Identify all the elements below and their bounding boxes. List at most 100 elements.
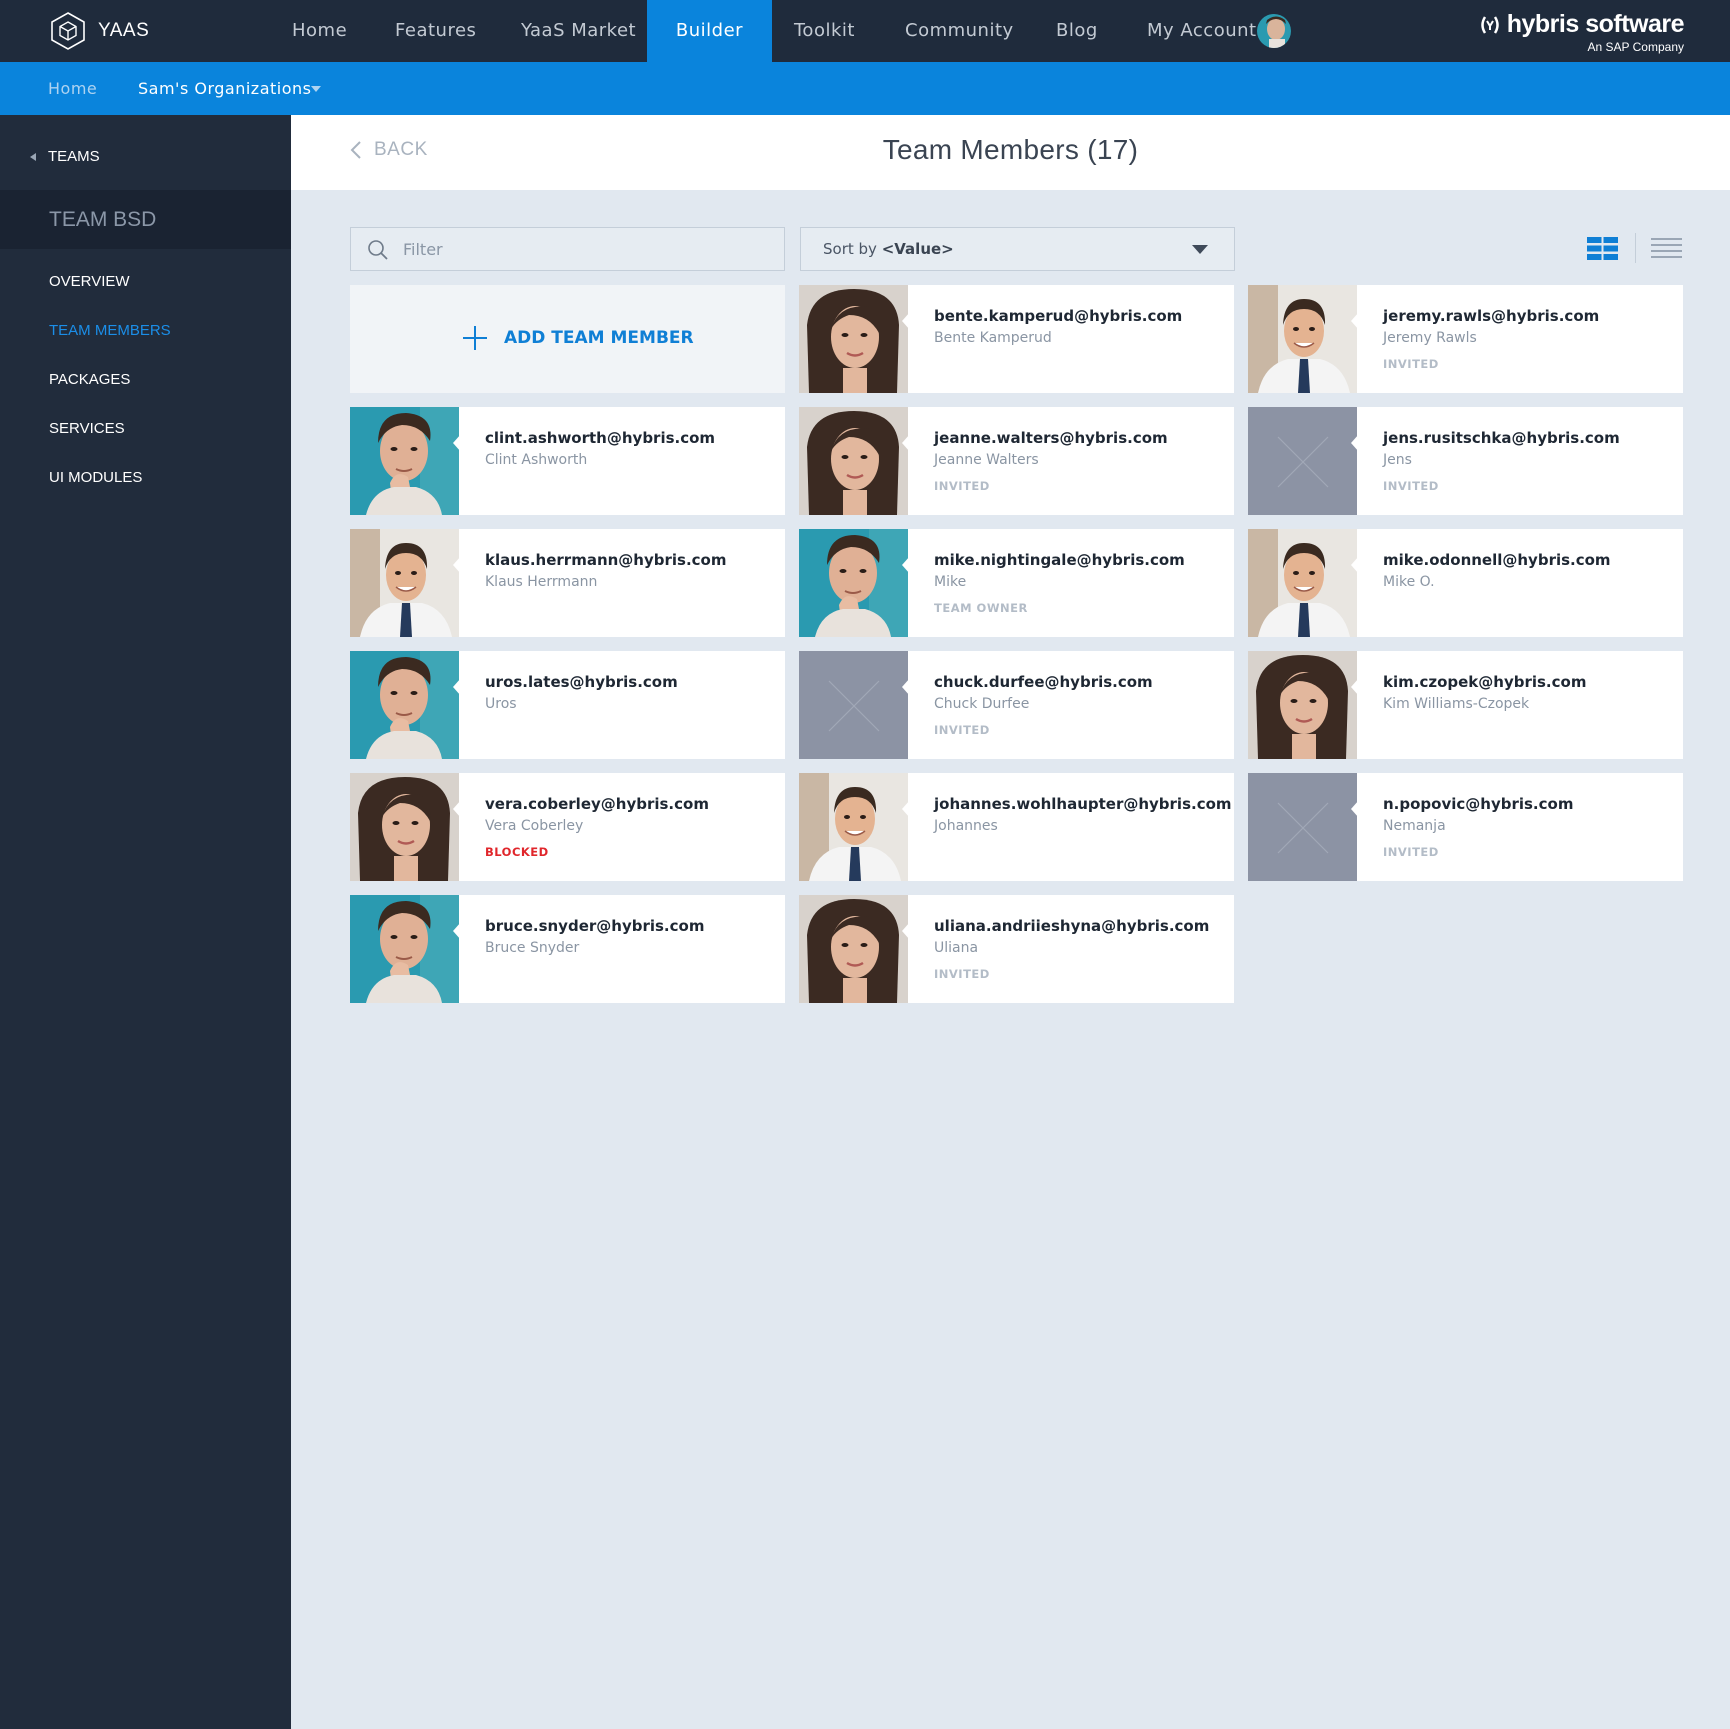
avatar — [350, 529, 459, 637]
sort-label: Sort by <Value> — [823, 228, 954, 270]
cube-logo-icon — [51, 12, 85, 50]
member-email: mike.nightingale@hybris.com — [934, 551, 1185, 569]
member-card[interactable]: vera.coberley@hybris.com Vera Coberley BLO… — [350, 773, 785, 881]
hybris-brand: hybris software An SAP Company — [1479, 10, 1685, 54]
sidebar-item-overview[interactable]: OVERVIEW — [49, 273, 130, 290]
card-notch — [902, 800, 910, 818]
member-email: jeremy.rawls@hybris.com — [1383, 307, 1600, 325]
sort-prefix: Sort by — [823, 240, 877, 258]
nav-features[interactable]: Features — [395, 0, 476, 62]
member-email: uliana.andriieshyna@hybris.com — [934, 917, 1210, 935]
card-notch — [453, 434, 461, 452]
nav-community[interactable]: Community — [905, 0, 1014, 62]
caret-down-icon[interactable] — [311, 86, 321, 92]
card-notch — [902, 922, 910, 940]
sidebar: TEAMS TEAM BSD OVERVIEW TEAM MEMBERS PAC… — [0, 115, 291, 1729]
member-email: bruce.snyder@hybris.com — [485, 917, 705, 935]
member-card[interactable]: johannes.wohlhaupter@hybris.com Johannes — [799, 773, 1234, 881]
status-badge: INVITED — [934, 967, 990, 981]
member-card[interactable]: clint.ashworth@hybris.com Clint Ashworth — [350, 407, 785, 515]
card-notch — [902, 434, 910, 452]
avatar — [1248, 285, 1357, 393]
add-team-member-label: ADD TEAM MEMBER — [504, 328, 694, 348]
member-name: Chuck Durfee — [934, 696, 1030, 712]
sidebar-back-teams[interactable]: TEAMS — [30, 148, 100, 165]
grid-view-icon[interactable] — [1587, 237, 1618, 260]
member-card[interactable]: jeremy.rawls@hybris.com Jeremy Rawls INVIT… — [1248, 285, 1683, 393]
nav-toolkit[interactable]: Toolkit — [794, 0, 855, 62]
member-email: kim.czopek@hybris.com — [1383, 673, 1587, 691]
sidebar-item-team-members[interactable]: TEAM MEMBERS — [49, 322, 171, 339]
avatar — [1248, 651, 1357, 759]
card-notch — [1351, 678, 1359, 696]
card-notch — [1351, 312, 1359, 330]
avatar — [350, 773, 459, 881]
filter-field[interactable] — [350, 227, 785, 271]
status-badge: INVITED — [1383, 479, 1439, 493]
status-badge: INVITED — [934, 479, 990, 493]
view-toggle-divider — [1635, 233, 1636, 263]
member-email: vera.coberley@hybris.com — [485, 795, 709, 813]
nav-yaas-market[interactable]: YaaS Market — [521, 0, 636, 62]
avatar — [350, 895, 459, 1003]
breadcrumb-organizations[interactable]: Sam's Organizations — [138, 62, 312, 115]
status-badge: INVITED — [1383, 845, 1439, 859]
list-view-icon[interactable] — [1651, 237, 1682, 260]
member-card[interactable]: klaus.herrmann@hybris.com Klaus Herrmann — [350, 529, 785, 637]
breadcrumb-bar: Home Sam's Organizations — [0, 62, 1730, 115]
avatar — [1248, 529, 1357, 637]
user-avatar[interactable] — [1257, 14, 1291, 48]
member-card[interactable]: n.popovic@hybris.com Nemanja INVITED — [1248, 773, 1683, 881]
member-name: Kim Williams-Czopek — [1383, 696, 1530, 712]
card-notch — [453, 556, 461, 574]
member-card[interactable]: mike.odonnell@hybris.com Mike O. — [1248, 529, 1683, 637]
breadcrumb-home[interactable]: Home — [48, 62, 97, 115]
member-email: chuck.durfee@hybris.com — [934, 673, 1153, 691]
member-card[interactable]: uliana.andriieshyna@hybris.com Uliana INVI… — [799, 895, 1234, 1003]
member-card[interactable]: chuck.durfee@hybris.com Chuck Durfee INVIT… — [799, 651, 1234, 759]
member-name: Jeremy Rawls — [1383, 330, 1477, 346]
member-card[interactable]: jens.rusitschka@hybris.com Jens INVITED — [1248, 407, 1683, 515]
sidebar-team-name: TEAM BSD — [0, 190, 291, 249]
sort-dropdown[interactable]: Sort by <Value> — [800, 227, 1235, 271]
member-card[interactable]: bente.kamperud@hybris.com Bente Kamperud — [799, 285, 1234, 393]
sidebar-back-label: TEAMS — [48, 148, 100, 165]
nav-home[interactable]: Home — [292, 0, 347, 62]
logo-text: YAAS — [98, 20, 150, 41]
avatar — [350, 651, 459, 759]
status-badge: INVITED — [1383, 357, 1439, 371]
member-card[interactable]: mike.nightingale@hybris.com Mike TEAM OWNE… — [799, 529, 1234, 637]
page-title: Team Members (17) — [882, 134, 1139, 165]
card-notch — [453, 800, 461, 818]
sidebar-item-services[interactable]: SERVICES — [49, 420, 125, 437]
card-notch — [1351, 800, 1359, 818]
card-notch — [902, 678, 910, 696]
member-card[interactable]: uros.lates@hybris.com Uros — [350, 651, 785, 759]
nav-blog[interactable]: Blog — [1056, 0, 1098, 62]
member-card[interactable]: jeanne.walters@hybris.com Jeanne Walters I… — [799, 407, 1234, 515]
member-email: klaus.herrmann@hybris.com — [485, 551, 727, 569]
member-name: Bente Kamperud — [934, 330, 1052, 346]
caret-down-icon — [1192, 245, 1208, 254]
member-email: jeanne.walters@hybris.com — [934, 429, 1168, 447]
page-header: BACK Team Members (17) — [291, 115, 1730, 190]
status-badge: INVITED — [934, 723, 990, 737]
yaas-logo[interactable]: YAAS — [48, 11, 149, 51]
member-card[interactable]: bruce.snyder@hybris.com Bruce Snyder — [350, 895, 785, 1003]
avatar — [799, 773, 908, 881]
member-name: Vera Coberley — [485, 818, 584, 834]
avatar — [799, 895, 908, 1003]
card-notch — [902, 312, 910, 330]
card-notch — [1351, 434, 1359, 452]
member-card[interactable]: kim.czopek@hybris.com Kim Williams-Czopek — [1248, 651, 1683, 759]
member-name: Uliana — [934, 940, 979, 956]
nav-builder[interactable]: Builder — [647, 0, 772, 62]
add-team-member-card[interactable]: ADD TEAM MEMBER — [350, 285, 785, 393]
sort-value: <Value> — [881, 240, 954, 258]
nav-my-account[interactable]: My Account — [1147, 0, 1257, 62]
filter-input[interactable] — [401, 228, 771, 270]
sidebar-item-packages[interactable]: PACKAGES — [49, 371, 130, 388]
member-email: bente.kamperud@hybris.com — [934, 307, 1183, 325]
avatar — [799, 529, 908, 637]
sidebar-item-ui-modules[interactable]: UI MODULES — [49, 469, 142, 486]
